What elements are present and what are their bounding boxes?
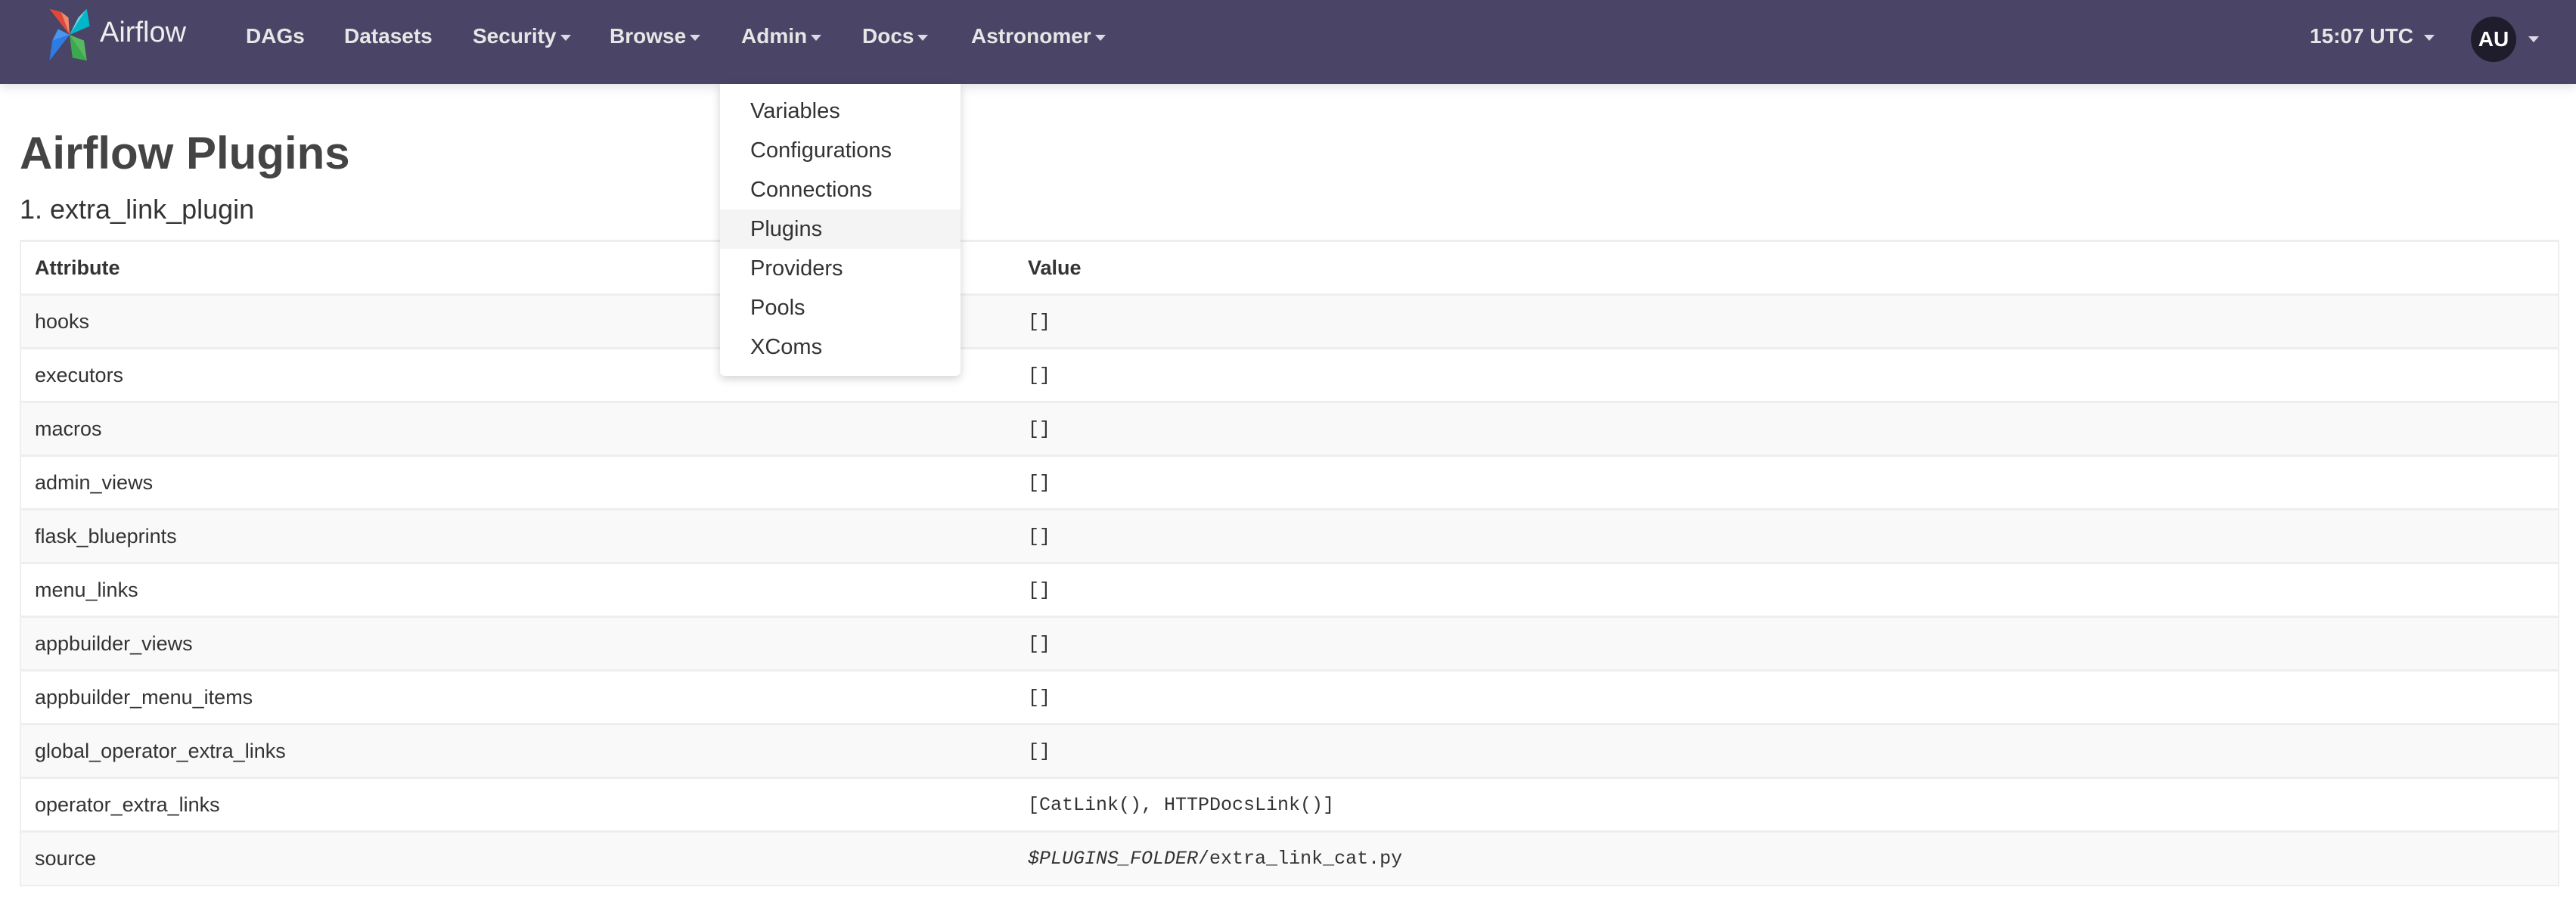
table-row: source $PLUGINS_FOLDER/extra_link_cat.py xyxy=(20,830,2559,886)
nav-admin[interactable]: Admin xyxy=(741,24,822,48)
attribute-cell: menu_links xyxy=(20,562,1014,617)
attribute-cell: global_operator_extra_links xyxy=(20,723,1014,778)
caret-down-icon xyxy=(560,34,571,41)
caret-down-icon xyxy=(2423,34,2435,41)
nav-security[interactable]: Security xyxy=(473,24,571,48)
menu-item-xcoms[interactable]: XComs xyxy=(720,327,961,367)
caret-down-icon[interactable] xyxy=(2528,36,2539,42)
nav-label: Security xyxy=(473,24,557,48)
nav-datasets[interactable]: Datasets xyxy=(344,24,433,48)
value-cell: [] xyxy=(1014,454,2559,510)
table-row: executors[] xyxy=(20,347,2559,402)
timezone-dropdown[interactable]: 15:07 UTC xyxy=(2310,24,2435,48)
table-row: admin_views[] xyxy=(20,454,2559,510)
attribute-cell: source xyxy=(20,830,1014,886)
nav-docs[interactable]: Docs xyxy=(862,24,929,48)
nav-browse[interactable]: Browse xyxy=(610,24,701,48)
menu-item-configurations[interactable]: Configurations xyxy=(720,131,961,170)
nav-label: Browse xyxy=(610,24,687,48)
value-cell: [] xyxy=(1014,616,2559,671)
attribute-cell: admin_views xyxy=(20,454,1014,510)
current-time: 15:07 UTC xyxy=(2310,24,2413,48)
brand-name[interactable]: Airflow xyxy=(100,17,186,49)
navbar: Airflow DAGs Datasets Security Browse Ad… xyxy=(0,0,2576,84)
value-cell: [] xyxy=(1014,401,2559,456)
airflow-logo-icon[interactable] xyxy=(39,6,100,64)
admin-dropdown-menu: Variables Configurations Connections Plu… xyxy=(720,84,961,376)
attribute-cell: appbuilder_menu_items xyxy=(20,669,1014,724)
attribute-cell: macros xyxy=(20,401,1014,456)
nav-astronomer[interactable]: Astronomer xyxy=(971,24,1106,48)
value-cell: [] xyxy=(1014,293,2559,349)
user-avatar[interactable]: AU xyxy=(2471,17,2516,62)
menu-item-pools[interactable]: Pools xyxy=(720,288,961,327)
plugins-folder-var: $PLUGINS_FOLDER xyxy=(1028,847,1199,870)
page-title: Airflow Plugins xyxy=(20,128,350,178)
table-header-row: Attribute Value xyxy=(20,240,2559,295)
caret-down-icon xyxy=(690,34,701,41)
menu-item-providers[interactable]: Providers xyxy=(720,249,961,288)
value-cell: [] xyxy=(1014,723,2559,778)
table-row: global_operator_extra_links[] xyxy=(20,723,2559,778)
nav-dags[interactable]: DAGs xyxy=(246,24,305,48)
nav-label: Admin xyxy=(741,24,808,48)
table-row: hooks[] xyxy=(20,293,2559,349)
menu-item-connections[interactable]: Connections xyxy=(720,170,961,209)
value-cell: [CatLink(), HTTPDocsLink()] xyxy=(1014,777,2559,832)
table-row: appbuilder_menu_items[] xyxy=(20,669,2559,724)
table-row: operator_extra_links [CatLink(), HTTPDocs… xyxy=(20,777,2559,832)
caret-down-icon xyxy=(1094,34,1106,41)
value-cell: [] xyxy=(1014,562,2559,617)
menu-item-variables[interactable]: Variables xyxy=(720,92,961,131)
nav-label: Astronomer xyxy=(971,24,1091,48)
menu-item-plugins[interactable]: Plugins xyxy=(720,209,961,249)
value-cell: $PLUGINS_FOLDER/extra_link_cat.py xyxy=(1014,830,2559,886)
plugin-attributes-table: Attribute Value hooks[] executors[] macros… xyxy=(20,240,2559,886)
plugin-heading: 1. extra_link_plugin xyxy=(20,194,255,225)
table-row: appbuilder_views[] xyxy=(20,616,2559,671)
attribute-cell: flask_blueprints xyxy=(20,508,1014,563)
caret-down-icon xyxy=(811,34,822,41)
value-cell: [] xyxy=(1014,508,2559,563)
caret-down-icon xyxy=(917,34,929,41)
table-row: flask_blueprints[] xyxy=(20,508,2559,563)
attribute-cell: appbuilder_views xyxy=(20,616,1014,671)
attribute-cell: operator_extra_links xyxy=(20,777,1014,832)
value-cell: [] xyxy=(1014,669,2559,724)
source-path: /extra_link_cat.py xyxy=(1198,847,1403,870)
table-row: menu_links[] xyxy=(20,562,2559,617)
nav-label: Docs xyxy=(862,24,914,48)
value-cell: [] xyxy=(1014,347,2559,402)
column-header: Value xyxy=(1014,240,2559,295)
table-row: macros[] xyxy=(20,401,2559,456)
